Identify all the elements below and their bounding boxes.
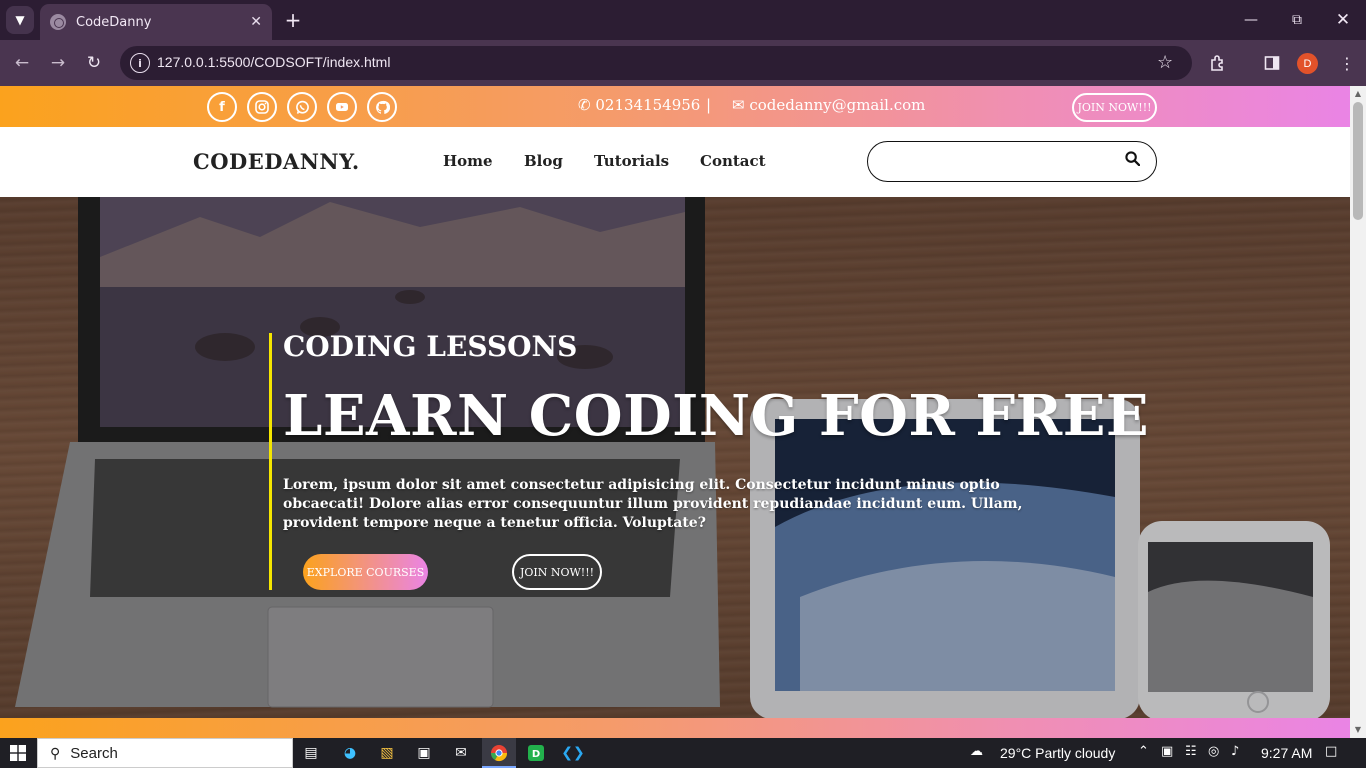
back-icon[interactable]: ← xyxy=(10,51,34,75)
hero-description: Lorem, ipsum dolor sit amet consectetur … xyxy=(283,477,1023,531)
windows-taskbar: ⚲ Search ▤ ◕ ▧ ▣ ✉ D ❮❯ ☁ 29°C Partly cl… xyxy=(0,738,1366,768)
page-scrollbar[interactable]: ▲ ▼ xyxy=(1350,86,1366,738)
hero-section: CODING LESSONS LEARN CODING FOR FREE Lor… xyxy=(0,197,1350,718)
scroll-up-icon[interactable]: ▲ xyxy=(1354,90,1362,98)
restore-icon[interactable]: ⧉ xyxy=(1282,8,1312,32)
search-icon[interactable] xyxy=(1125,151,1140,166)
github-icon[interactable] xyxy=(367,92,397,122)
join-now-top-button[interactable]: JOIN NOW!!! xyxy=(1072,93,1157,122)
edge-icon[interactable]: ◕ xyxy=(338,741,362,765)
side-panel-icon[interactable] xyxy=(1261,52,1283,74)
contact-separator: | xyxy=(706,96,712,114)
favicon-icon xyxy=(50,14,66,30)
tab-title: CodeDanny xyxy=(76,14,152,30)
explore-courses-button[interactable]: EXPLORE COURSES xyxy=(303,554,428,590)
nav-link-contact[interactable]: Contact xyxy=(700,152,766,170)
scroll-down-icon[interactable]: ▼ xyxy=(1354,726,1362,734)
input-method-icon[interactable]: ☷ xyxy=(1185,744,1197,759)
chevron-up-icon[interactable]: ⌃ xyxy=(1138,744,1149,759)
email-address: codedanny@gmail.com xyxy=(749,96,926,114)
instagram-icon[interactable] xyxy=(247,92,277,122)
phone-icon: ✆ xyxy=(578,96,591,114)
join-now-hero-button[interactable]: JOIN NOW!!! xyxy=(512,554,602,590)
chrome-icon[interactable] xyxy=(487,741,511,765)
close-window-icon[interactable]: ✕ xyxy=(1328,8,1358,32)
meet-now-icon[interactable]: ▣ xyxy=(1161,744,1173,759)
network-icon[interactable]: ◎ xyxy=(1208,744,1219,759)
windows-start-icon[interactable] xyxy=(10,745,26,761)
youtube-icon[interactable] xyxy=(327,92,357,122)
tab-search-icon[interactable]: ▼ xyxy=(6,6,34,34)
search-icon: ⚲ xyxy=(50,744,61,761)
weather-text[interactable]: 29°C Partly cloudy xyxy=(1000,745,1115,761)
top-contact-bar: f ✆ 02134154956 | ✉ codedanny@gmail.com … xyxy=(0,86,1350,127)
nav-link-blog[interactable]: Blog xyxy=(524,152,563,170)
new-tab-icon[interactable]: + xyxy=(282,8,304,32)
nav-link-home[interactable]: Home xyxy=(443,152,493,170)
contact-email[interactable]: ✉ codedanny@gmail.com xyxy=(732,96,925,114)
svg-text:D: D xyxy=(532,749,540,760)
hero-accent-bar xyxy=(269,333,272,590)
bookmark-star-icon[interactable]: ☆ xyxy=(1157,52,1173,73)
browser-tab[interactable]: CodeDanny ✕ xyxy=(40,4,272,40)
file-explorer-icon[interactable]: ▧ xyxy=(375,741,399,765)
forward-icon[interactable]: → xyxy=(46,51,70,75)
close-icon[interactable]: ✕ xyxy=(250,14,262,30)
extensions-icon[interactable] xyxy=(1207,52,1229,74)
hero-overlay xyxy=(0,197,1350,718)
reload-icon[interactable]: ↻ xyxy=(82,51,106,75)
dev-app-icon[interactable]: D xyxy=(524,741,548,765)
brand-logo[interactable]: CODEDANNY. xyxy=(193,149,360,174)
menu-icon[interactable]: ⋮ xyxy=(1336,52,1358,74)
scroll-thumb[interactable] xyxy=(1353,102,1363,220)
task-view-icon[interactable]: ▤ xyxy=(299,741,323,765)
search-input[interactable] xyxy=(867,141,1157,182)
mail-icon[interactable]: ✉ xyxy=(449,741,473,765)
store-icon[interactable]: ▣ xyxy=(412,741,436,765)
profile-avatar[interactable]: D xyxy=(1297,53,1318,74)
gradient-footer-strip xyxy=(0,718,1350,738)
envelope-icon: ✉ xyxy=(732,96,745,114)
vscode-icon[interactable]: ❮❯ xyxy=(561,741,585,765)
clock[interactable]: 9:27 AM xyxy=(1261,745,1312,761)
volume-icon[interactable]: ♪ xyxy=(1231,744,1239,759)
contact-phone[interactable]: ✆ 02134154956 xyxy=(578,96,700,114)
url-text[interactable]: 127.0.0.1:5500/CODSOFT/index.html xyxy=(157,54,390,70)
browser-tab-strip: ▼ CodeDanny ✕ + — ⧉ ✕ xyxy=(0,0,1366,40)
notifications-icon[interactable]: □ xyxy=(1325,744,1337,759)
minimize-icon[interactable]: — xyxy=(1236,8,1266,32)
site-info-icon[interactable]: i xyxy=(130,53,150,73)
phone-number: 02134154956 xyxy=(595,96,701,114)
nav-link-tutorials[interactable]: Tutorials xyxy=(594,152,669,170)
taskbar-search[interactable]: ⚲ Search xyxy=(37,738,293,768)
taskbar-search-label: Search xyxy=(70,744,118,762)
page-viewport: f ✆ 02134154956 | ✉ codedanny@gmail.com … xyxy=(0,86,1350,738)
whatsapp-icon[interactable] xyxy=(287,92,317,122)
hero-subtitle: CODING LESSONS xyxy=(283,330,578,363)
facebook-icon[interactable]: f xyxy=(207,92,237,122)
hero-title: LEARN CODING FOR FREE xyxy=(283,383,1150,449)
main-navbar: CODEDANNY. Home Blog Tutorials Contact xyxy=(0,127,1350,197)
weather-icon[interactable]: ☁ xyxy=(970,744,983,759)
